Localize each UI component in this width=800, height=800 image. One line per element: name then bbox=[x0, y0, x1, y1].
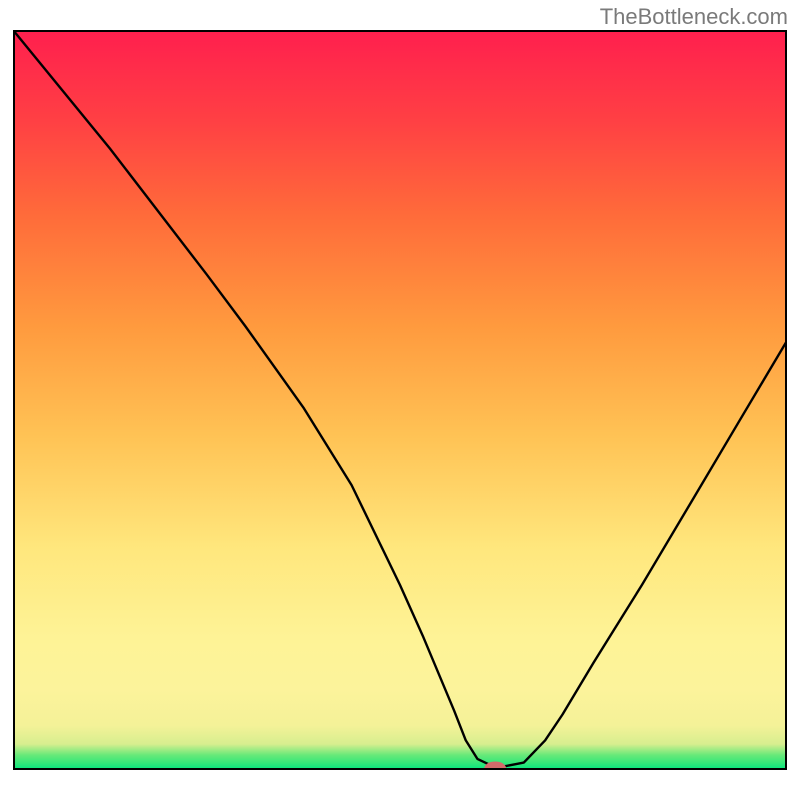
gradient-plot-area bbox=[13, 30, 787, 770]
chart-svg bbox=[13, 30, 787, 770]
bottleneck-chart: TheBottleneck.com bbox=[0, 0, 800, 800]
watermark-text: TheBottleneck.com bbox=[600, 4, 788, 30]
